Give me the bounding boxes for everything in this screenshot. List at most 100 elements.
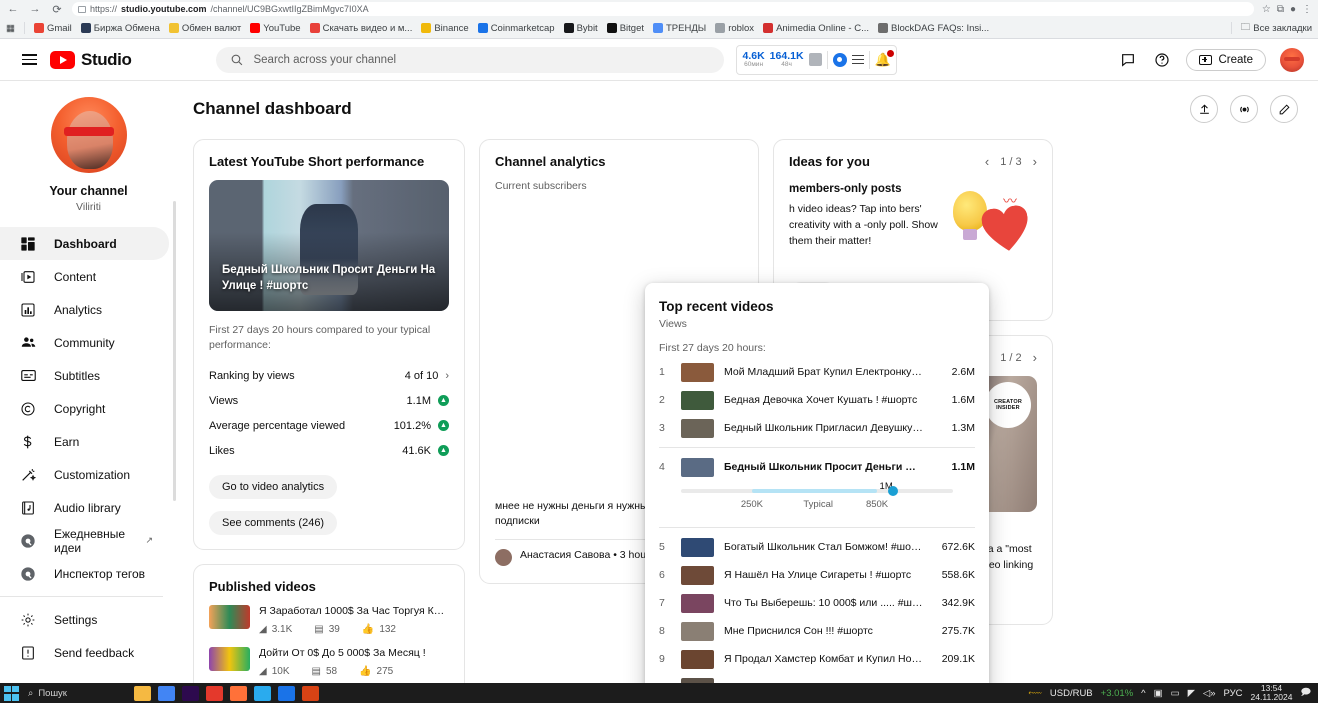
popup-video-row[interactable]: 7 Что Ты Выберешь: 10 000$ или ..... #шор… (659, 589, 975, 617)
sidebar-item-copyright[interactable]: Copyright (0, 392, 169, 425)
forward-arrow-icon[interactable]: → (28, 3, 42, 15)
bar-chart-icon[interactable] (808, 53, 822, 66)
taskbar-app-chrome-browser[interactable] (157, 685, 175, 701)
published-video-row[interactable]: Дойти От 0$ До 5 000$ За Месяц ! ◢ 10K ▤ 58 👍… (209, 647, 449, 677)
popup-video-row[interactable]: 6 Я Нашёл На Улице Сигареты ! #шортс 558.6… (659, 561, 975, 589)
bookmark-item[interactable]: BlockDAG FAQs: Insi... (878, 23, 989, 34)
sidebar-item-audio-library[interactable]: Audio library (0, 491, 169, 524)
sidebar-item-analytics[interactable]: Analytics (0, 293, 169, 326)
chevron-right-icon[interactable]: › (1033, 350, 1037, 365)
popup-video-row[interactable]: 8 Мне Приснился Сон !!! #шортс 275.7K (659, 617, 975, 645)
upload-button[interactable] (1190, 95, 1218, 123)
popup-video-row[interactable]: 9 Я Продал Хамстер Комбат и Купил Новую М… (659, 645, 975, 673)
bookmark-item[interactable]: Gmail (33, 23, 72, 34)
taskbar-app-edge-browser[interactable] (277, 685, 295, 701)
popup-video-row[interactable]: 2 Бедная Девочка Хочет Кушать ! #шортс 1.6… (659, 386, 975, 414)
sidebar-item-send-feedback[interactable]: Send feedback (0, 636, 169, 669)
list-lines-icon[interactable] (851, 54, 864, 65)
feedback-icon[interactable] (1118, 50, 1138, 70)
card-title: Channel analytics (495, 154, 606, 169)
taskbar-app-media-player[interactable] (301, 685, 319, 701)
metric-row[interactable]: Likes 41.6K ▲ (209, 438, 449, 463)
taskbar-app-telegram[interactable] (253, 685, 271, 701)
avatar[interactable] (1280, 47, 1304, 72)
sidebar-item-content[interactable]: Content (0, 260, 169, 293)
search-bar[interactable] (216, 46, 725, 73)
search-input[interactable] (253, 53, 711, 66)
short-video-thumbnail[interactable]: Бедный Школьник Просит Деньги На Улице !… (209, 180, 449, 311)
bookmark-item[interactable]: Обмен валют (168, 23, 241, 34)
volume-icon[interactable]: ◁» (1203, 688, 1216, 699)
windows-start-icon[interactable] (4, 685, 19, 701)
reload-icon[interactable]: ⟳ (50, 3, 64, 16)
bookmark-item[interactable]: Coinmarketcap (477, 23, 555, 34)
popup-video-row[interactable]: 1 Мой Младший Брат Купил Електронку !!! #… (659, 358, 975, 386)
notification-center-icon[interactable]: ▣ (1154, 688, 1163, 699)
bookmark-star-icon[interactable]: ☆ (1262, 4, 1271, 15)
sidebar-item-subtitles[interactable]: Subtitles (0, 359, 169, 392)
bookmark-item[interactable]: Скачать видео и м... (309, 23, 412, 34)
notification-bell-icon[interactable]: 🔔 (875, 49, 894, 68)
taskbar-app-file-explorer[interactable] (133, 685, 151, 701)
browser-menu-icon[interactable]: ⋮ (1302, 4, 1312, 15)
bookmark-item[interactable]: Binance (421, 23, 469, 34)
site-info-icon[interactable] (78, 5, 86, 13)
bookmark-item[interactable]: ТРЕНДЫ (653, 23, 706, 34)
create-button[interactable]: Create (1186, 48, 1266, 71)
hamburger-menu-icon[interactable] (10, 54, 48, 65)
sidebar-scrollbar[interactable] (173, 201, 176, 501)
taskbar-app-opera-browser[interactable] (205, 685, 223, 701)
header-analytics-widget[interactable]: 4.6K 60мин 164.1K 48ч 🔔 (736, 44, 897, 75)
sidebar-item-ежедневные-идеи[interactable]: Ежедневные идеи ↗ (0, 524, 169, 557)
clock-date: 24.11.2024 (1250, 692, 1293, 702)
popup-video-row[interactable]: 5 Богатый Школьник Стал Бомжом! #шортс 672… (659, 533, 975, 561)
bookmark-item[interactable]: roblox (715, 23, 754, 34)
popup-video-row[interactable]: 4 Бедный Школьник Просит Деньги На Улице … (659, 453, 975, 481)
extensions-icon[interactable]: ⧉ (1277, 4, 1284, 15)
help-circle-icon[interactable] (1152, 50, 1172, 70)
popup-video-row[interactable]: 10 Жизнь - Это Лучшая Игра в Мире!!! #шор… (659, 673, 975, 683)
bookmark-item[interactable]: Bybit (563, 23, 598, 34)
video-rank: 3 (659, 422, 665, 434)
create-video-icon (1199, 54, 1213, 65)
metric-row[interactable]: Average percentage viewed 101.2% ▲ (209, 413, 449, 438)
bookmark-item[interactable]: YouTube (250, 23, 301, 34)
sidebar-item-community[interactable]: Community (0, 326, 169, 359)
taskbar-app-firefox-browser[interactable] (229, 685, 247, 701)
wifi-icon[interactable]: ◤ (1188, 688, 1195, 699)
metric-row[interactable]: Views 1.1M ▲ (209, 388, 449, 413)
studio-logo[interactable]: Studio (50, 50, 132, 70)
battery-icon[interactable]: ▭ (1171, 688, 1180, 699)
address-bar[interactable]: https://studio.youtube.com/channel/UC9BG… (72, 2, 1254, 16)
chevron-right-icon[interactable]: › (1033, 154, 1037, 169)
all-bookmarks-button[interactable]: 🗀 Все закладки (1241, 20, 1312, 36)
metric-row[interactable]: Ranking by views 4 of 10 › (209, 363, 449, 388)
popup-video-row[interactable]: 3 Бедный Школьник Пригласил Девушку На Св… (659, 414, 975, 442)
go-to-video-analytics-button[interactable]: Go to video analytics (209, 475, 338, 500)
sidebar-item-инспектор-тегов[interactable]: Инспектор тегов (0, 557, 169, 590)
go-live-button[interactable] (1230, 95, 1258, 123)
chevron-left-icon[interactable]: ‹ (985, 154, 989, 169)
show-hidden-icons-icon[interactable]: ^ (1141, 688, 1145, 699)
taskbar-search[interactable]: ⌕ Пошук (28, 688, 67, 699)
profile-icon[interactable]: ● (1290, 4, 1296, 15)
create-post-button[interactable] (1270, 95, 1298, 123)
popup-period-label: First 27 days 20 hours: (659, 342, 766, 354)
action-center-icon[interactable]: 🗩 (1300, 685, 1311, 701)
bookmark-item[interactable]: Bitget (606, 23, 644, 34)
language-indicator[interactable]: РУС (1224, 688, 1243, 699)
sidebar-item-settings[interactable]: Settings (0, 603, 169, 636)
channel-block[interactable]: Your channel Viliriti (0, 89, 177, 227)
apps-grid-icon[interactable]: ▦ (6, 23, 15, 34)
see-comments-button[interactable]: See comments (246) (209, 511, 338, 536)
bookmark-item[interactable]: Animedia Online - C... (763, 23, 869, 34)
taskbar-clock[interactable]: 13:54 24.11.2024 (1250, 683, 1293, 703)
record-circle-icon[interactable] (832, 52, 847, 67)
sidebar-item-dashboard[interactable]: Dashboard (0, 227, 169, 260)
back-arrow-icon[interactable]: ← (6, 3, 20, 15)
published-video-row[interactable]: Я Заработал 1000$ За Час Торгуя Криптова… (209, 605, 449, 635)
sidebar-item-customization[interactable]: Customization (0, 458, 169, 491)
sidebar-item-earn[interactable]: Earn (0, 425, 169, 458)
taskbar-app-premiere-pro[interactable] (181, 685, 199, 701)
bookmark-item[interactable]: Биржа Обмена (80, 23, 160, 34)
